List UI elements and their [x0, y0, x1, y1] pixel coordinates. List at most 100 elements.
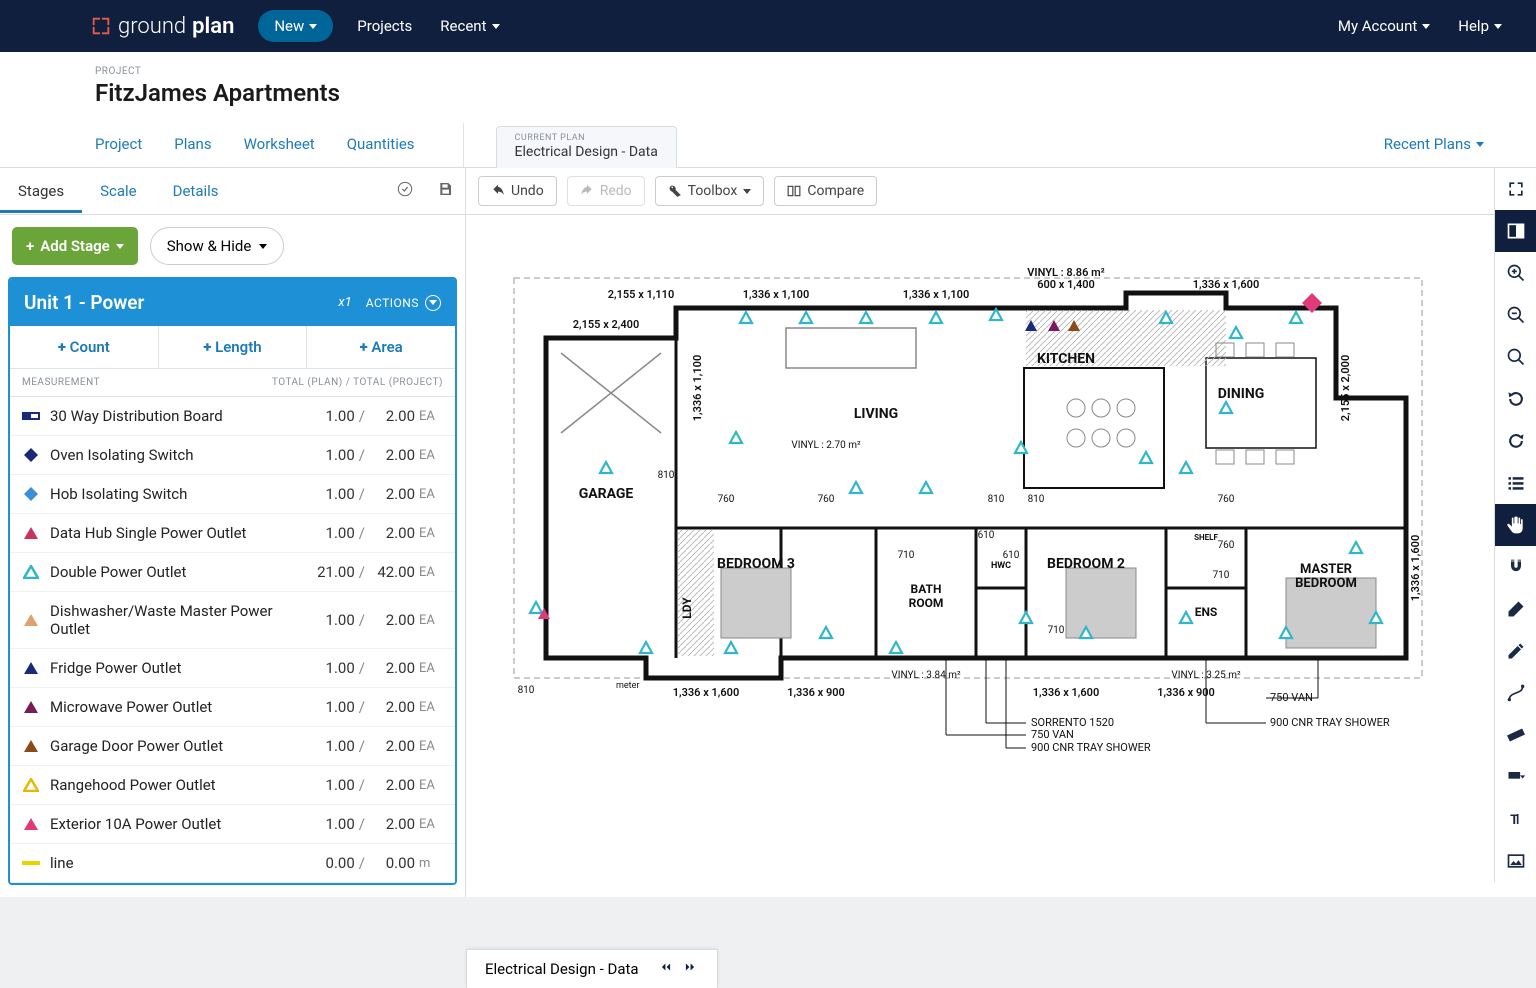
measurement-name: Microwave Power Outlet — [50, 698, 297, 716]
floorplan[interactable]: 2,155 x 1,110 1,336 x 1,100 1,336 x 1,10… — [506, 238, 1426, 778]
zoom-fit-icon[interactable] — [1495, 336, 1536, 378]
chevron-down-icon — [309, 24, 317, 29]
measurement-unit: EA — [419, 613, 443, 628]
stage-actions-button[interactable]: ACTIONS — [366, 295, 441, 311]
measurement-unit: EA — [419, 661, 443, 676]
list-icon[interactable] — [1495, 462, 1536, 504]
text-icon[interactable]: T — [1495, 798, 1536, 840]
measurement-icon — [22, 815, 40, 833]
show-hide-button[interactable]: Show & Hide — [150, 227, 285, 265]
pencil-icon[interactable] — [1495, 630, 1536, 672]
measurement-row[interactable]: Fridge Power Outlet 1.00 / 2.00 EA — [10, 649, 455, 688]
measurement-project-total: 2.00 — [369, 446, 415, 464]
measurement-row[interactable]: Garage Door Power Outlet 1.00 / 2.00 EA — [10, 727, 455, 766]
svg-text:710: 710 — [1048, 625, 1065, 636]
svg-text:710: 710 — [898, 550, 915, 561]
toolbox-button[interactable]: Toolbox — [655, 176, 765, 206]
add-stage-button[interactable]: +Add Stage — [12, 227, 138, 265]
svg-text:750 VAN: 750 VAN — [1270, 691, 1313, 704]
hand-icon[interactable] — [1495, 504, 1536, 546]
svg-text:2,155 x 1,110: 2,155 x 1,110 — [608, 288, 674, 301]
measurement-row[interactable]: Double Power Outlet 21.00 / 42.00 EA — [10, 553, 455, 592]
svg-text:810: 810 — [1028, 494, 1045, 505]
plus-icon: + — [26, 237, 34, 255]
measurement-unit: EA — [419, 817, 443, 832]
divider — [463, 123, 464, 167]
recent-link[interactable]: Recent — [426, 10, 513, 42]
svg-text:GARAGE: GARAGE — [579, 486, 634, 502]
sidebar-tab-stages[interactable]: Stages — [0, 169, 82, 213]
current-plan-tab[interactable]: CURRENT PLAN Electrical Design - Data — [496, 126, 677, 168]
panel-icon[interactable] — [1495, 210, 1536, 252]
svg-text:BEDROOM 2: BEDROOM 2 — [1047, 556, 1125, 572]
main-area: Stages Scale Details +Add Stage Show & H… — [0, 168, 1536, 897]
expand-icon[interactable] — [1495, 168, 1536, 210]
tab-worksheet[interactable]: Worksheet — [244, 125, 315, 167]
add-count-button[interactable]: + Count — [10, 326, 159, 368]
dimension-icon[interactable] — [1495, 756, 1536, 798]
zoom-out-icon[interactable] — [1495, 294, 1536, 336]
canvas-area: Undo Redo Toolbox Compare ➤ — [466, 168, 1536, 897]
my-account-link[interactable]: My Account — [1324, 10, 1444, 42]
rotate-right-icon[interactable] — [1495, 420, 1536, 462]
ruler-icon[interactable] — [1495, 714, 1536, 756]
new-button[interactable]: New — [258, 10, 333, 42]
next-plan-button[interactable] — [681, 960, 699, 978]
curve-icon[interactable] — [1495, 672, 1536, 714]
measurement-row[interactable]: Data Hub Single Power Outlet 1.00 / 2.00… — [10, 514, 455, 553]
measurement-plan-total: 1.00 — [297, 737, 355, 755]
add-length-button[interactable]: + Length — [159, 326, 308, 368]
measurement-row[interactable]: Oven Isolating Switch 1.00 / 2.00 EA — [10, 436, 455, 475]
sidebar-tab-details[interactable]: Details — [155, 169, 237, 213]
chevron-down-icon — [1476, 142, 1484, 147]
stage-header[interactable]: Unit 1 - Power x1 ACTIONS — [10, 279, 455, 326]
measurement-icon — [22, 407, 40, 425]
project-header: PROJECT FitzJames Apartments Project Pla… — [0, 52, 1536, 168]
svg-text:1,336 x 1,600: 1,336 x 1,600 — [1409, 535, 1422, 601]
save-icon[interactable] — [437, 181, 453, 201]
measurement-row[interactable]: Rangehood Power Outlet 1.00 / 2.00 EA — [10, 766, 455, 805]
svg-text:710: 710 — [1213, 570, 1230, 581]
tab-quantities[interactable]: Quantities — [347, 125, 415, 167]
measurement-row[interactable]: Microwave Power Outlet 1.00 / 2.00 EA — [10, 688, 455, 727]
projects-link[interactable]: Projects — [343, 10, 426, 42]
measurement-row[interactable]: line 0.00 / 0.00 m — [10, 844, 455, 883]
eraser-icon[interactable] — [1495, 588, 1536, 630]
undo-button[interactable]: Undo — [478, 176, 557, 206]
measurement-row[interactable]: Dishwasher/Waste Master Power Outlet 1.0… — [10, 592, 455, 649]
measurement-list: 30 Way Distribution Board 1.00 / 2.00 EA… — [10, 397, 455, 883]
logo[interactable]: groundplan — [90, 14, 234, 39]
image-icon[interactable] — [1495, 840, 1536, 882]
zoom-in-icon[interactable] — [1495, 252, 1536, 294]
measurement-row[interactable]: 30 Way Distribution Board 1.00 / 2.00 EA — [10, 397, 455, 436]
measurement-project-total: 42.00 — [369, 563, 415, 581]
tab-plans[interactable]: Plans — [174, 125, 211, 167]
svg-text:900 CNR TRAY SHOWER: 900 CNR TRAY SHOWER — [1270, 716, 1390, 729]
sidebar-tab-scale[interactable]: Scale — [82, 169, 155, 213]
measurement-project-total: 2.00 — [369, 776, 415, 794]
prev-plan-button[interactable] — [657, 960, 675, 978]
measurement-icon — [22, 698, 40, 716]
rotate-left-icon[interactable] — [1495, 378, 1536, 420]
stage-multiplier: x1 — [338, 295, 351, 310]
magnet-icon[interactable] — [1495, 546, 1536, 588]
measurement-icon — [22, 776, 40, 794]
measurement-row[interactable]: Hob Isolating Switch 1.00 / 2.00 EA — [10, 475, 455, 514]
measurement-row[interactable]: Exterior 10A Power Outlet 1.00 / 2.00 EA — [10, 805, 455, 844]
measurement-unit: EA — [419, 409, 443, 424]
check-icon[interactable] — [397, 181, 413, 201]
measurement-project-total: 2.00 — [369, 737, 415, 755]
tab-project[interactable]: Project — [95, 125, 142, 167]
recent-plans-link[interactable]: Recent Plans — [1384, 135, 1484, 167]
measurement-plan-total: 1.00 — [297, 815, 355, 833]
compare-button[interactable]: Compare — [774, 176, 877, 206]
redo-button[interactable]: Redo — [567, 176, 645, 206]
chevron-down-icon — [116, 244, 124, 249]
canvas-toolbar: Undo Redo Toolbox Compare — [466, 168, 1536, 215]
svg-text:VINYL : 8.86 m²: VINYL : 8.86 m² — [1027, 266, 1104, 279]
add-area-button[interactable]: + Area — [307, 326, 455, 368]
measurement-unit: EA — [419, 487, 443, 502]
help-link[interactable]: Help — [1444, 10, 1516, 42]
measurement-unit: EA — [419, 448, 443, 463]
svg-text:HWC: HWC — [991, 561, 1011, 571]
